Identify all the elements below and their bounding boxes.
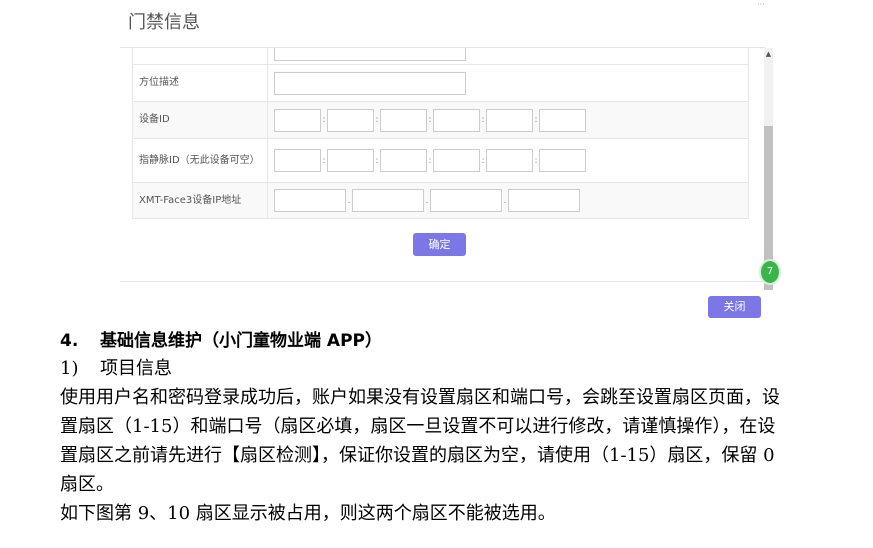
form-row-device-id: 设备ID ::::: [132, 101, 749, 139]
face-ip-label: XMT-Face3设备IP地址 [132, 182, 268, 219]
ip-octet-input[interactable] [274, 189, 346, 212]
form-row-vein-id: 指静脉ID（无此设备可空） ::::: [132, 138, 749, 183]
vein-id-segment-input[interactable] [327, 149, 374, 172]
footer-divider [120, 281, 773, 282]
vertical-scrollbar[interactable]: ▲ [764, 48, 773, 290]
face-ip-fields: ... [267, 182, 749, 219]
body-paragraph: 使用用户名和密码登录成功后，账户如果没有设置扇区和端口号，会跳至设置扇区页面，设… [60, 383, 840, 528]
paragraph-line: 置扇区（1-15）和端口号（扇区必填，扇区一旦设置不可以进行修改，请谨慎操作），… [60, 416, 776, 437]
subsection-text: 项目信息 [100, 358, 172, 379]
vein-id-fields: ::::: [267, 138, 749, 183]
location-label: 方位描述 [132, 64, 268, 102]
ip-octet-input[interactable] [430, 189, 502, 212]
more-dots-icon: ··· [757, 0, 765, 9]
heading-number: 4. [60, 331, 79, 351]
paragraph-line: 使用用户名和密码登录成功后，账户如果没有设置扇区和端口号，会跳至设置扇区页面，设 [60, 387, 780, 408]
paragraph-line: 如下图第 9、10 扇区显示被占用，则这两个扇区不能被选用。 [60, 503, 556, 524]
device-id-label: 设备ID [132, 101, 268, 139]
device-id-segment-input[interactable] [486, 108, 533, 132]
partial-input[interactable] [274, 48, 466, 61]
form-label-cell [132, 48, 268, 65]
form-value-cell [267, 48, 749, 65]
door-info-form: 方位描述 设备ID ::::: 指静脉ID（无此设备可空） ::::: XMT-… [132, 48, 749, 219]
scroll-up-arrow-icon[interactable]: ▲ [764, 50, 773, 59]
device-id-fields: ::::: [267, 101, 749, 139]
location-description-input[interactable] [274, 71, 466, 95]
subsection-heading: 1) 项目信息 [60, 354, 840, 380]
vein-id-label: 指静脉ID（无此设备可空） [132, 138, 268, 183]
vein-id-segment-input[interactable] [433, 149, 480, 172]
close-button[interactable]: 关闭 [708, 296, 761, 318]
vein-id-segment-input[interactable] [380, 149, 427, 172]
ip-octet-input[interactable] [352, 189, 424, 212]
vein-id-segment-input[interactable] [274, 149, 321, 172]
device-id-segment-input[interactable] [433, 108, 480, 132]
confirm-button[interactable]: 确定 [413, 233, 466, 256]
ip-octet-input[interactable] [508, 189, 580, 212]
device-id-segment-input[interactable] [274, 108, 321, 132]
door-access-dialog: 门禁信息 方位描述 设备ID ::::: 指静脉ID（无此设备可空） ::::: [120, 0, 773, 322]
form-row-face-ip: XMT-Face3设备IP地址 ... [132, 182, 749, 219]
vein-id-segment-input[interactable] [539, 149, 586, 172]
vein-id-segment-input[interactable] [486, 149, 533, 172]
form-value-cell [267, 64, 749, 102]
form-row-partial [132, 48, 749, 65]
floating-badge[interactable]: 7 [759, 259, 781, 285]
device-id-segment-input[interactable] [380, 108, 427, 132]
device-id-segment-input[interactable] [539, 108, 586, 132]
form-row-location: 方位描述 [132, 64, 749, 102]
dialog-title: 门禁信息 [128, 12, 200, 33]
heading-text: 基础信息维护（小门童物业端 APP） [100, 331, 382, 351]
device-id-segment-input[interactable] [327, 108, 374, 132]
section-heading: 4. 基础信息维护（小门童物业端 APP） [60, 326, 840, 351]
paragraph-line: 扇区。 [60, 474, 114, 495]
paragraph-line: 置扇区之前请先进行【扇区检测】，保证你设置的扇区为空，请使用（1-15）扇区，保… [60, 445, 775, 466]
subsection-number: 1) [60, 358, 79, 379]
